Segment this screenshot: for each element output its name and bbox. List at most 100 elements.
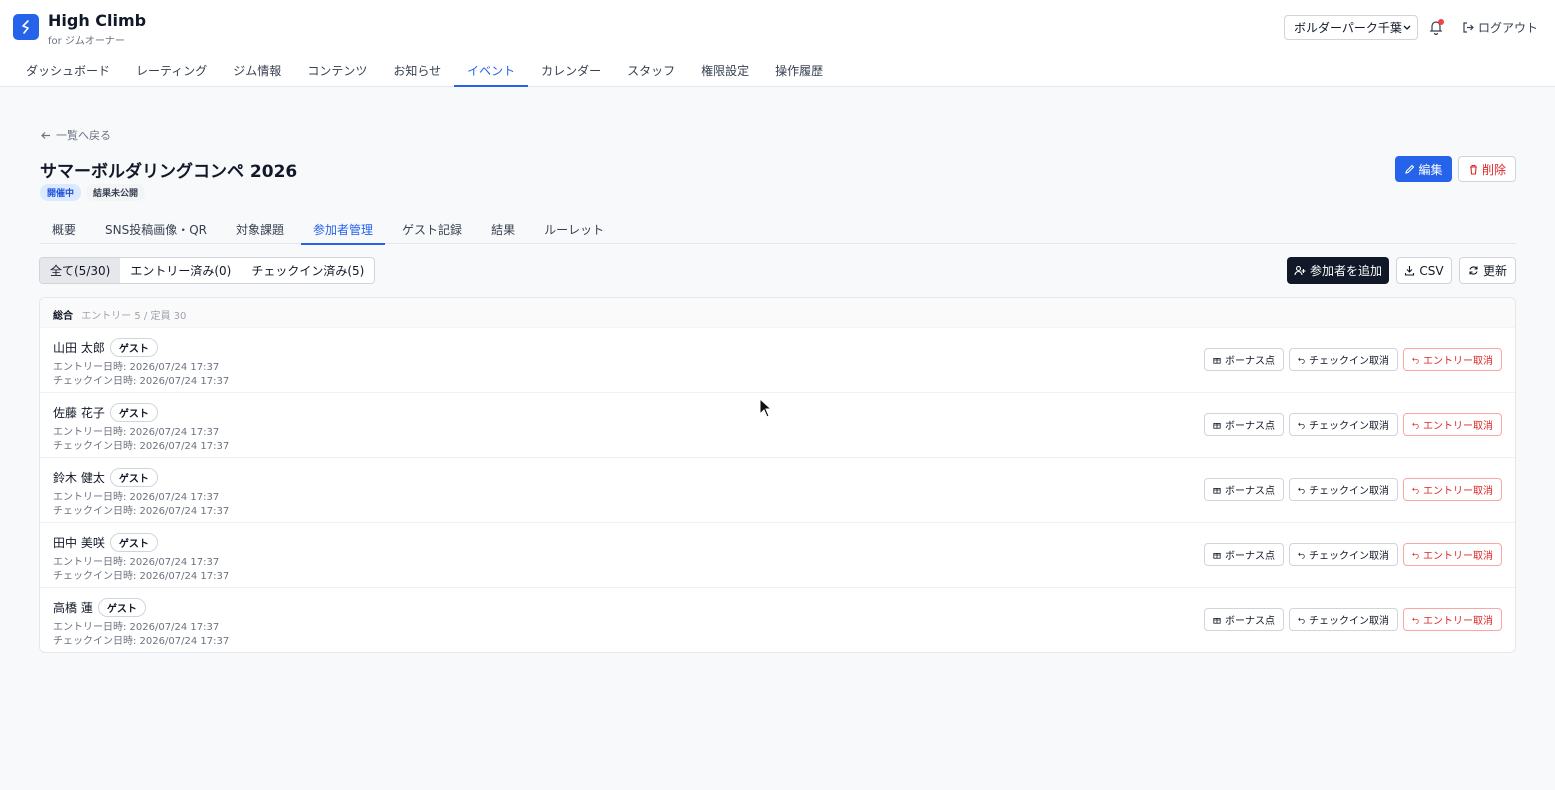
bonus-points-button[interactable]: ボーナス点: [1204, 348, 1284, 371]
app-subtitle: for ジムオーナー: [48, 36, 125, 47]
download-icon: [1405, 266, 1415, 276]
summary-label: 総合: [53, 311, 73, 322]
tab-overview[interactable]: 概要: [40, 212, 88, 244]
cancel-entry-button[interactable]: エントリー取消: [1403, 348, 1502, 371]
edit-button-label: 編集: [1418, 162, 1443, 177]
csv-label: CSV: [1419, 263, 1444, 278]
bonus-points-button[interactable]: ボーナス点: [1204, 413, 1284, 436]
entry-datetime: エントリー日時: 2026/07/24 17:37: [53, 622, 220, 633]
tab-sns-image-qr[interactable]: SNS投稿画像・QR: [93, 212, 219, 244]
logout-button[interactable]: ログアウト: [1462, 19, 1538, 36]
nav-item-history[interactable]: 操作履歴: [762, 52, 836, 87]
trash-icon: [1469, 164, 1477, 175]
app-title: High Climb: [48, 11, 147, 30]
participants-card: 総合 エントリー 5 / 定員 30 山田 太郎 ゲスト エントリー日時: 20…: [39, 297, 1516, 653]
undo-icon: [1298, 422, 1305, 429]
undo-icon: [1412, 357, 1419, 364]
csv-button[interactable]: CSV: [1396, 257, 1452, 284]
cancel-entry-button[interactable]: エントリー取消: [1403, 608, 1502, 631]
cancel-checkin-button[interactable]: チェックイン取消: [1289, 348, 1398, 371]
gift-icon: [1213, 422, 1221, 429]
user-plus-icon: [1294, 265, 1306, 275]
refresh-button[interactable]: 更新: [1459, 257, 1516, 284]
bonus-points-label: ボーナス点: [1225, 486, 1275, 497]
cancel-checkin-button[interactable]: チェックイン取消: [1289, 543, 1398, 566]
participant-name-line: 佐藤 花子 ゲスト: [53, 403, 158, 422]
chevron-down-icon: [1402, 20, 1412, 36]
tab-participants[interactable]: 参加者管理: [301, 212, 386, 245]
row-actions: ボーナス点 チェックイン取消 エントリー取消: [1204, 608, 1502, 631]
cancel-entry-button[interactable]: エントリー取消: [1403, 478, 1502, 501]
back-link[interactable]: 一覧へ戻る: [40, 127, 111, 143]
cancel-checkin-label: チェックイン取消: [1309, 616, 1389, 627]
participant-row: 山田 太郎 ゲスト エントリー日時: 2026/07/24 17:37 チェック…: [40, 328, 1515, 393]
tab-results[interactable]: 結果: [479, 212, 527, 244]
row-actions: ボーナス点 チェックイン取消 エントリー取消: [1204, 478, 1502, 501]
tab-target-problems[interactable]: 対象課題: [224, 212, 296, 244]
nav-item-rating[interactable]: レーティング: [123, 52, 220, 87]
nav-item-calendar[interactable]: カレンダー: [528, 52, 614, 87]
bonus-points-button[interactable]: ボーナス点: [1204, 478, 1284, 501]
gift-icon: [1213, 617, 1221, 624]
participants-summary: 総合 エントリー 5 / 定員 30: [40, 298, 1515, 328]
checkin-datetime: チェックイン日時: 2026/07/24 17:37: [53, 506, 230, 517]
nav-item-contents[interactable]: コンテンツ: [294, 52, 380, 87]
guest-tag: ゲスト: [109, 338, 158, 357]
bonus-points-button[interactable]: ボーナス点: [1204, 543, 1284, 566]
logout-label: ログアウト: [1478, 21, 1539, 35]
nav-item-dashboard[interactable]: ダッシュボード: [13, 52, 123, 87]
guest-tag: ゲスト: [97, 598, 146, 617]
row-actions: ボーナス点 チェックイン取消 エントリー取消: [1204, 543, 1502, 566]
participant-name: 山田 太郎: [53, 341, 105, 355]
cancel-entry-label: エントリー取消: [1423, 486, 1493, 497]
cancel-checkin-label: チェックイン取消: [1309, 356, 1389, 367]
gym-select[interactable]: ボルダーパーク千葉: [1284, 15, 1418, 40]
undo-icon: [1412, 617, 1419, 624]
app-logo[interactable]: [13, 14, 39, 40]
delete-button[interactable]: 削除: [1458, 156, 1516, 182]
cancel-entry-label: エントリー取消: [1423, 421, 1493, 432]
add-participant-button[interactable]: 参加者を追加: [1287, 257, 1389, 284]
tab-guest-records[interactable]: ゲスト記録: [390, 212, 474, 244]
checkin-datetime: チェックイン日時: 2026/07/24 17:37: [53, 571, 230, 582]
nav-item-events[interactable]: イベント: [454, 52, 529, 87]
arrow-left-icon: [41, 131, 50, 139]
undo-icon: [1298, 357, 1305, 364]
participant-name-line: 鈴木 健太 ゲスト: [53, 468, 158, 487]
nav-item-permissions[interactable]: 権限設定: [688, 52, 762, 87]
cancel-checkin-button[interactable]: チェックイン取消: [1289, 608, 1398, 631]
filter-entered[interactable]: エントリー済み(0): [120, 258, 241, 283]
checkin-datetime: チェックイン日時: 2026/07/24 17:37: [53, 376, 230, 387]
cancel-entry-label: エントリー取消: [1423, 551, 1493, 562]
tab-roulette[interactable]: ルーレット: [532, 212, 616, 244]
bonus-points-label: ボーナス点: [1225, 616, 1275, 627]
main-nav: ダッシュボード レーティング ジム情報 コンテンツ お知らせ イベント カレンダ…: [13, 52, 836, 87]
participant-filter: 全て(5/30) エントリー済み(0) チェックイン済み(5): [39, 257, 376, 284]
participant-row: 田中 美咲 ゲスト エントリー日時: 2026/07/24 17:37 チェック…: [40, 523, 1515, 588]
participant-name: 高橋 蓮: [53, 601, 93, 615]
bonus-points-label: ボーナス点: [1225, 551, 1275, 562]
cancel-checkin-button[interactable]: チェックイン取消: [1289, 478, 1398, 501]
entry-datetime: エントリー日時: 2026/07/24 17:37: [53, 557, 220, 568]
filter-all[interactable]: 全て(5/30): [40, 258, 121, 283]
cancel-entry-button[interactable]: エントリー取消: [1403, 543, 1502, 566]
gift-icon: [1213, 487, 1221, 494]
gift-icon: [1213, 357, 1221, 364]
app-header: High Climb for ジムオーナー ボルダーパーク千葉 ログアウト ダッ…: [0, 0, 1555, 87]
cancel-checkin-button[interactable]: チェックイン取消: [1289, 413, 1398, 436]
gym-select-value: ボルダーパーク千葉: [1294, 21, 1402, 35]
bonus-points-button[interactable]: ボーナス点: [1204, 608, 1284, 631]
event-tabs: 概要 SNS投稿画像・QR 対象課題 参加者管理 ゲスト記録 結果 ルーレット: [40, 212, 1516, 245]
participant-name: 鈴木 健太: [53, 471, 105, 485]
nav-item-news[interactable]: お知らせ: [380, 52, 454, 87]
pencil-icon: [1405, 164, 1415, 174]
guest-tag: ゲスト: [109, 533, 158, 552]
participant-name-line: 高橋 蓮 ゲスト: [53, 598, 146, 617]
edit-button[interactable]: 編集: [1395, 156, 1452, 182]
cancel-entry-button[interactable]: エントリー取消: [1403, 413, 1502, 436]
filter-checked-in[interactable]: チェックイン済み(5): [241, 258, 374, 283]
undo-icon: [1412, 487, 1419, 494]
nav-item-staff[interactable]: スタッフ: [614, 52, 688, 87]
result-badge: 結果未公開: [86, 184, 146, 201]
nav-item-gym-info[interactable]: ジム情報: [220, 52, 294, 87]
